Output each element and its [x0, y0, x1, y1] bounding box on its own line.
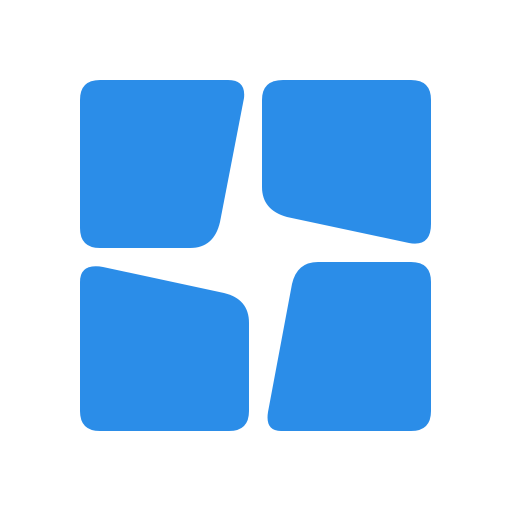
logo-tile-top-right	[262, 80, 431, 244]
logo-tile-top-left	[80, 80, 245, 248]
app-logo	[0, 0, 512, 512]
logo-tile-bottom-left	[80, 266, 249, 431]
four-panel-window-icon	[80, 80, 431, 431]
logo-tile-bottom-right	[267, 262, 431, 431]
